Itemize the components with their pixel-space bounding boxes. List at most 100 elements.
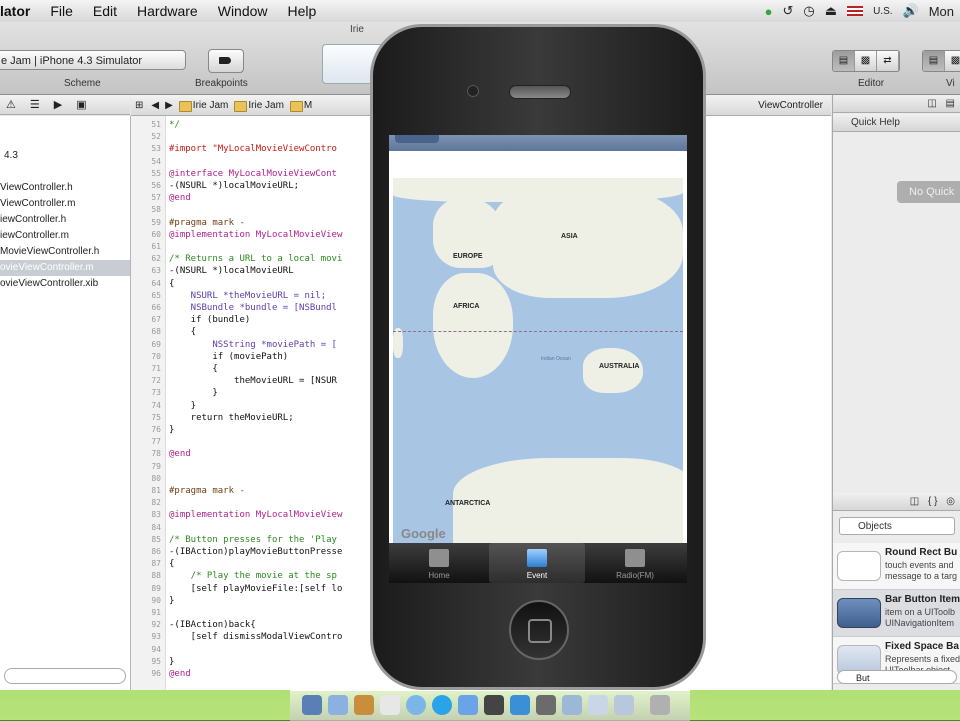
safari-icon[interactable] [406,695,426,715]
nav-file-item[interactable]: MovieViewController.h [0,244,130,260]
code-line[interactable]: -(NSURL *)localMovieURL; [169,181,299,191]
nav-file-item-selected[interactable]: ovieViewController.m [0,260,130,276]
nav-file-item[interactable]: ViewController.h [0,180,130,196]
nav-back-button[interactable] [395,135,439,143]
evernote-icon[interactable]: ● [765,4,773,19]
code-line[interactable]: /* Button presses for the 'Play [169,535,337,545]
warning-icon[interactable]: ⚠ [6,98,16,111]
code-line[interactable]: @end [169,449,191,459]
menu-hardware[interactable]: Hardware [127,3,208,19]
nav-file-item[interactable]: ViewController.m [0,196,130,212]
finder-icon[interactable] [302,695,322,715]
calendar-app-icon[interactable] [380,695,400,715]
library-popup[interactable]: Objects [839,517,955,535]
code-line[interactable]: @end [169,193,191,203]
skype-icon[interactable] [432,695,452,715]
quick-help-icon[interactable]: ▤ [946,98,955,109]
tab-event[interactable]: Event [489,543,585,583]
code-line[interactable]: @implementation MyLocalMovieView [169,230,342,240]
navigator-toggle-button[interactable]: ▤ [923,51,945,71]
menu-help[interactable]: Help [278,3,327,19]
code-line[interactable]: { [169,327,196,337]
navigator-filter-field[interactable] [4,668,126,684]
eject-icon[interactable]: ⏏ [825,3,837,19]
crumb-project[interactable]: Irie Jam [178,100,228,112]
code-line[interactable]: { [169,364,217,374]
world-map[interactable]: EUROPE ASIA AFRICA AUSTRALIA ANTARCTICA … [393,178,683,543]
breakpoint-nav-icon[interactable]: ▶ [54,98,62,111]
assistant-editor-button[interactable]: ▩ [855,51,877,71]
terminal-icon[interactable] [484,695,504,715]
code-snippet-icon[interactable]: { } [928,496,937,507]
menu-clock[interactable]: Mon [929,4,954,19]
code-line[interactable]: } [169,401,196,411]
code-line[interactable]: -(NSURL *)localMovieURL [169,266,294,276]
code-line[interactable]: NSBundle *bundle = [NSBundl [169,303,337,313]
object-library-icon[interactable]: ◎ [946,496,955,507]
nav-file-item[interactable]: ovieViewController.xib [0,276,130,292]
breakpoints-button[interactable] [208,49,244,73]
menu-app-name[interactable]: lator [0,3,40,19]
code-line[interactable]: { [169,559,174,569]
code-line[interactable]: NSURL *theMovieURL = nil; [169,291,326,301]
file-inspector-icon[interactable]: ◫ [927,98,936,109]
code-line[interactable]: if (moviePath) [169,352,288,362]
standard-editor-button[interactable]: ▤ [833,51,855,71]
code-line[interactable]: #pragma mark - [169,486,245,496]
address-book-icon[interactable] [354,695,374,715]
sync-icon[interactable]: ↺ [783,3,794,19]
library-filter-field[interactable]: But [837,670,957,684]
crumb-symbol[interactable]: ViewController [758,100,823,111]
code-line[interactable]: } [169,425,174,435]
line-number-gutter[interactable]: 51 52 53 54 55 56 57 58 59 60 61 62 63 64 65 66 67 68 69 70… [131,116,166,690]
code-line[interactable]: @implementation MyLocalMovieView [169,510,342,520]
code-line[interactable]: /* Returns a URL to a local movi [169,254,342,264]
back-arrow-icon[interactable]: ◀ [151,100,159,111]
tab-radio[interactable]: Radio(FM) [587,543,683,583]
code-line[interactable]: if (bundle) [169,315,251,325]
log-icon[interactable]: ▣ [76,98,86,111]
menu-edit[interactable]: Edit [83,3,127,19]
nav-file-item[interactable]: iewController.m [0,228,130,244]
menu-file[interactable]: File [40,3,83,19]
file-template-icon[interactable]: ◫ [910,496,919,507]
downloads-icon[interactable] [614,695,634,715]
library-item-round-rect-button[interactable]: Round Rect Bu touch events and message t… [833,543,960,590]
code-line[interactable]: } [169,596,174,606]
xcode-icon[interactable] [458,695,478,715]
time-machine-icon[interactable]: ◷ [803,3,814,19]
code-line[interactable]: #import "MyLocalMovieViewContro [169,144,337,154]
menu-window[interactable]: Window [208,3,278,19]
editor-segmented-control[interactable]: ▤ ▩ ⇄ [832,50,900,72]
code-line[interactable]: #pragma mark - [169,218,245,228]
code-line[interactable]: } [169,388,217,398]
trash-icon[interactable] [650,695,670,715]
mail-icon[interactable] [328,695,348,715]
library-item-bar-button[interactable]: Bar Button Item item on a UIToolb UINavi… [833,590,960,637]
related-items-icon[interactable]: ⊞ [135,100,143,111]
app-store-icon[interactable] [510,695,530,715]
version-editor-button[interactable]: ⇄ [877,51,899,71]
list-icon[interactable]: ☰ [30,98,40,111]
folder-icon[interactable] [562,695,582,715]
code-line[interactable]: } [169,657,174,667]
code-line[interactable]: */ [169,120,180,130]
home-button[interactable] [509,600,569,660]
input-locale[interactable]: U.S. [873,6,892,17]
crumb-group[interactable]: Irie Jam [234,100,284,112]
code-line[interactable]: -(IBAction)back{ [169,620,256,630]
system-preferences-icon[interactable] [536,695,556,715]
code-line[interactable]: NSString *moviePath = [ [169,340,337,350]
code-line[interactable]: [self dismissModalViewContro [169,632,343,642]
code-line[interactable]: theMovieURL = [NSUR [169,376,337,386]
documents-icon[interactable] [588,695,608,715]
code-line[interactable]: /* Play the movie at the sp [169,571,337,581]
crumb-file[interactable]: M [289,100,312,112]
nav-file-item[interactable]: iewController.h [0,212,130,228]
code-line[interactable]: [self playMovieFile:[self lo [169,584,343,594]
quick-help-header[interactable]: Quick Help [833,114,960,132]
view-segmented-control[interactable]: ▤ ▩ [922,50,960,72]
code-line[interactable]: return theMovieURL; [169,413,294,423]
code-line[interactable]: -(IBAction)playMovieButtonPresse [169,547,342,557]
debug-toggle-button[interactable]: ▩ [945,51,960,71]
